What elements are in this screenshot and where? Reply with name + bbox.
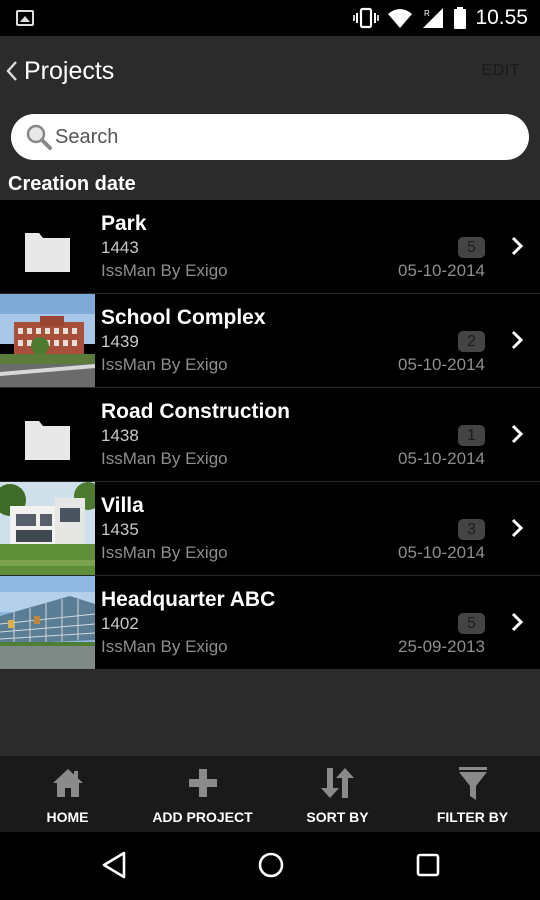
image-notification-icon [16, 10, 34, 26]
project-row[interactable]: Headquarter ABC 1402 IssMan By Exigo 5 2… [0, 576, 540, 670]
vibrate-icon [353, 7, 380, 29]
filter-by-label: FILTER BY [436, 809, 509, 825]
project-number: 1443 [101, 238, 139, 257]
project-owner: IssMan By Exigo [101, 543, 228, 562]
chevron-right-icon [511, 236, 524, 256]
chevron-right-icon [511, 424, 524, 444]
bottom-toolbar: HOME ADD PROJECT SORT BY FILTER BY [0, 756, 540, 832]
project-name: Villa [101, 494, 144, 517]
chevron-right-icon [511, 518, 524, 538]
issue-count-badge: 2 [458, 331, 485, 352]
home-label: HOME [46, 809, 89, 825]
project-name: Headquarter ABC [101, 588, 276, 611]
home-circle-icon[interactable] [256, 850, 286, 880]
add-project-button[interactable]: ADD PROJECT [135, 756, 270, 832]
page-title: Projects [24, 56, 115, 85]
project-number: 1439 [101, 332, 139, 351]
battery-icon [454, 7, 467, 29]
filter-funnel-icon [458, 767, 487, 800]
search-input[interactable] [55, 125, 495, 149]
project-number: 1402 [101, 614, 139, 633]
svg-text:R: R [424, 9, 430, 18]
chevron-right-icon [511, 330, 524, 350]
project-owner: IssMan By Exigo [101, 355, 228, 374]
chevron-right-icon [511, 612, 524, 632]
search-icon [26, 124, 52, 150]
project-row[interactable]: Villa 1435 IssMan By Exigo 3 05-10-2014 [0, 482, 540, 576]
project-photo [0, 294, 95, 387]
section-header-label: Creation date [8, 173, 136, 195]
project-row[interactable]: Road Construction 1438 IssMan By Exigo 1… [0, 388, 540, 482]
chevron-left-icon [6, 61, 17, 81]
filter-by-button[interactable]: FILTER BY [405, 756, 540, 832]
clock: 10.55 [475, 6, 528, 29]
status-bar: R 10.55 [0, 0, 540, 36]
project-date: 05-10-2014 [398, 261, 485, 280]
project-photo [0, 482, 95, 575]
project-name: Park [101, 212, 147, 235]
project-date: 25-09-2013 [398, 637, 485, 656]
plus-icon [188, 769, 217, 797]
sort-by-label: SORT BY [306, 809, 369, 825]
issue-count-badge: 5 [458, 613, 485, 634]
back-button[interactable]: Projects [6, 36, 114, 106]
project-owner: IssMan By Exigo [101, 261, 228, 280]
folder-icon [0, 388, 95, 481]
home-button[interactable]: HOME [0, 756, 135, 832]
wifi-icon [388, 9, 413, 28]
project-name: School Complex [101, 306, 266, 329]
project-row[interactable]: School Complex 1439 IssMan By Exigo 2 05… [0, 294, 540, 388]
system-nav-bar [0, 832, 540, 900]
action-bar: Projects EDIT [0, 36, 540, 106]
project-name: Road Construction [101, 400, 290, 423]
issue-count-badge: 5 [458, 237, 485, 258]
project-owner: IssMan By Exigo [101, 637, 228, 656]
folder-icon [0, 200, 95, 293]
home-icon [52, 769, 83, 797]
project-date: 05-10-2014 [398, 543, 485, 562]
project-date: 05-10-2014 [398, 355, 485, 374]
list-empty-area [0, 670, 540, 756]
search-bar [0, 106, 540, 170]
project-owner: IssMan By Exigo [101, 449, 228, 468]
search-box[interactable] [11, 114, 529, 160]
sort-arrows-icon [320, 768, 354, 798]
sort-by-button[interactable]: SORT BY [270, 756, 405, 832]
back-triangle-icon[interactable] [100, 850, 128, 880]
project-date: 05-10-2014 [398, 449, 485, 468]
recents-square-icon[interactable] [414, 850, 442, 880]
project-photo [0, 576, 95, 669]
add-project-label: ADD PROJECT [152, 809, 253, 825]
project-number: 1435 [101, 520, 139, 539]
project-number: 1438 [101, 426, 139, 445]
project-list: Park 1443 IssMan By Exigo 5 05-10-2014 S… [0, 200, 540, 670]
signal-icon: R [423, 8, 444, 28]
project-row[interactable]: Park 1443 IssMan By Exigo 5 05-10-2014 [0, 200, 540, 294]
edit-button[interactable]: EDIT [482, 62, 520, 80]
issue-count-badge: 1 [458, 425, 485, 446]
issue-count-badge: 3 [458, 519, 485, 540]
section-header: Creation date [0, 170, 540, 200]
